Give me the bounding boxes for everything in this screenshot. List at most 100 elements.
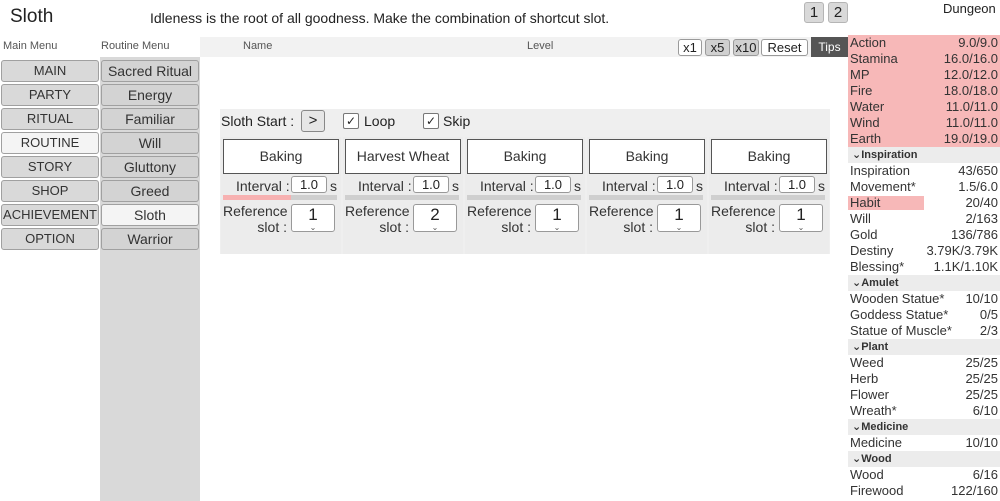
stat-value: 25/25 xyxy=(965,371,998,386)
routine-menu-sacred-ritual[interactable]: Sacred Ritual xyxy=(101,60,199,82)
stat-gold: Gold 136/786 xyxy=(848,227,1000,243)
stat-value: 25/25 xyxy=(965,387,998,402)
routine-menu-energy[interactable]: Energy xyxy=(101,84,199,106)
chevron-down-icon: ⌄ xyxy=(797,223,805,232)
stat-value: 136/786 xyxy=(951,227,998,242)
routine-menu-sloth[interactable]: Sloth xyxy=(101,204,199,226)
main-menu-ritual[interactable]: RITUAL xyxy=(1,108,99,130)
routine-menu-familiar[interactable]: Familiar xyxy=(101,108,199,130)
amulet-section-header[interactable]: ⌄Amulet xyxy=(848,275,1000,291)
medicine-section-header[interactable]: ⌄Medicine xyxy=(848,419,1000,435)
stat-label: Statue of Muscle* xyxy=(850,323,952,338)
stat-wood: Wood 6/16 xyxy=(848,467,1000,483)
chevron-down-icon: ⌄ xyxy=(852,277,862,289)
stat-value: 122/160 xyxy=(951,483,998,498)
interval-label: Interval : xyxy=(724,178,778,194)
stat-goddess-statue: Goddess Statue* 0/5 xyxy=(848,307,1000,323)
stat-label: Will xyxy=(850,211,871,226)
routine-menu-will[interactable]: Will xyxy=(101,132,199,154)
reference-slot-select[interactable]: 1 ⌄ xyxy=(291,204,335,232)
loop-checkbox[interactable]: ✓ xyxy=(343,113,359,129)
stat-value: 1.1K/1.10K xyxy=(933,259,998,274)
reference-slot-value: 2 xyxy=(430,205,440,224)
reference-label-line2: slot : xyxy=(623,219,653,235)
main-menu-story[interactable]: STORY xyxy=(1,156,99,178)
main-menu-party[interactable]: PARTY xyxy=(1,84,99,106)
stat-mp: MP 12.0/12.0 xyxy=(848,67,1000,83)
main-menu-main[interactable]: MAIN xyxy=(1,60,99,82)
slot-name[interactable]: Baking xyxy=(711,139,827,174)
level-column-header: Level xyxy=(527,40,554,52)
location-label: Dungeon xyxy=(943,1,996,16)
main-menu-shop[interactable]: SHOP xyxy=(1,180,99,202)
slot-name[interactable]: Harvest Wheat xyxy=(345,139,461,174)
stat-value: 18.0/18.0 xyxy=(943,83,998,98)
page-1-button[interactable]: 1 xyxy=(804,2,824,23)
inspiration-section-header[interactable]: ⌄Inspiration xyxy=(848,147,1000,163)
stat-value: 10/10 xyxy=(965,435,998,450)
stat-value: 12.0/12.0 xyxy=(943,67,998,82)
slot-name[interactable]: Baking xyxy=(467,139,583,174)
main-menu-option[interactable]: OPTION xyxy=(1,228,99,250)
slot-name[interactable]: Baking xyxy=(223,139,339,174)
slot-name[interactable]: Baking xyxy=(589,139,705,174)
interval-unit: s xyxy=(696,178,703,194)
stat-firewood: Firewood 122/160 xyxy=(848,483,1000,499)
speed-x10-button[interactable]: x10 xyxy=(733,39,759,56)
stat-label: Herb xyxy=(850,371,879,386)
slot-column-5: Baking Interval : 1.0 s Reference slot : … xyxy=(709,137,829,254)
reference-slot-select[interactable]: 1 ⌄ xyxy=(779,204,823,232)
reference-slot-value: 1 xyxy=(552,205,562,224)
stat-flower: Flower 25/25 xyxy=(848,387,1000,403)
wood-section-header[interactable]: ⌄Wood xyxy=(848,451,1000,467)
stat-value: 0/5 xyxy=(979,307,998,322)
reference-slot-select[interactable]: 2 ⌄ xyxy=(413,204,457,232)
stat-label: Firewood xyxy=(850,483,904,498)
chevron-down-icon: ⌄ xyxy=(431,223,439,232)
reference-slot-select[interactable]: 1 ⌄ xyxy=(657,204,701,232)
stat-value: 3.79K/3.79K xyxy=(926,243,998,258)
stat-value: 6/16 xyxy=(972,467,998,482)
plant-section-header[interactable]: ⌄Plant xyxy=(848,339,1000,355)
interval-input[interactable]: 1.0 xyxy=(779,176,815,193)
reference-slot-select[interactable]: 1 ⌄ xyxy=(535,204,579,232)
main-menu-achievement[interactable]: ACHIEVEMENT xyxy=(1,204,99,226)
stat-value: 16.0/16.0 xyxy=(943,51,998,66)
routine-menu-warrior[interactable]: Warrior xyxy=(101,228,199,250)
skip-checkbox[interactable]: ✓ xyxy=(423,113,439,129)
reference-label-line1: Reference xyxy=(345,203,410,219)
reference-label-line2: slot : xyxy=(745,219,775,235)
stat-value: 11.0/11.0 xyxy=(945,115,998,130)
speed-x5-button[interactable]: x5 xyxy=(705,39,730,56)
routine-menu-greed[interactable]: Greed xyxy=(101,180,199,202)
stat-wreath: Wreath* 6/10 xyxy=(848,403,1000,419)
reference-slot-label: Reference slot : xyxy=(345,203,410,235)
sloth-start-button[interactable]: > xyxy=(301,110,325,132)
routine-menu-gluttony[interactable]: Gluttony xyxy=(101,156,199,178)
interval-input[interactable]: 1.0 xyxy=(535,176,571,193)
stat-label: Action xyxy=(850,35,887,50)
page-2-button[interactable]: 2 xyxy=(828,2,848,23)
interval-unit: s xyxy=(574,178,581,194)
stat-label: Earth xyxy=(850,131,882,146)
interval-input[interactable]: 1.0 xyxy=(413,176,449,193)
slot-column-3: Baking Interval : 1.0 s Reference slot : … xyxy=(465,137,585,254)
reference-slot-label: Reference slot : xyxy=(711,203,776,235)
stat-value: 2/3 xyxy=(979,323,998,338)
tips-button[interactable]: Tips xyxy=(811,37,848,57)
interval-input[interactable]: 1.0 xyxy=(657,176,693,193)
page-title: Sloth xyxy=(10,6,54,27)
main-menu-routine[interactable]: ROUTINE xyxy=(1,132,99,154)
reference-slot-value: 1 xyxy=(796,205,806,224)
speed-x1-button[interactable]: x1 xyxy=(678,39,702,56)
slot-progress-bar xyxy=(223,195,337,200)
chevron-down-icon: ⌄ xyxy=(852,421,862,433)
reference-label-line2: slot : xyxy=(257,219,287,235)
chevron-down-icon: ⌄ xyxy=(852,453,862,465)
chevron-down-icon: ⌄ xyxy=(852,149,862,161)
stat-movement: Movement* 1.5/6.0 xyxy=(848,179,1000,195)
interval-input[interactable]: 1.0 xyxy=(291,176,327,193)
stat-label: Fire xyxy=(850,83,873,98)
reset-button[interactable]: Reset xyxy=(761,39,808,56)
slot-progress-bar xyxy=(467,195,581,200)
